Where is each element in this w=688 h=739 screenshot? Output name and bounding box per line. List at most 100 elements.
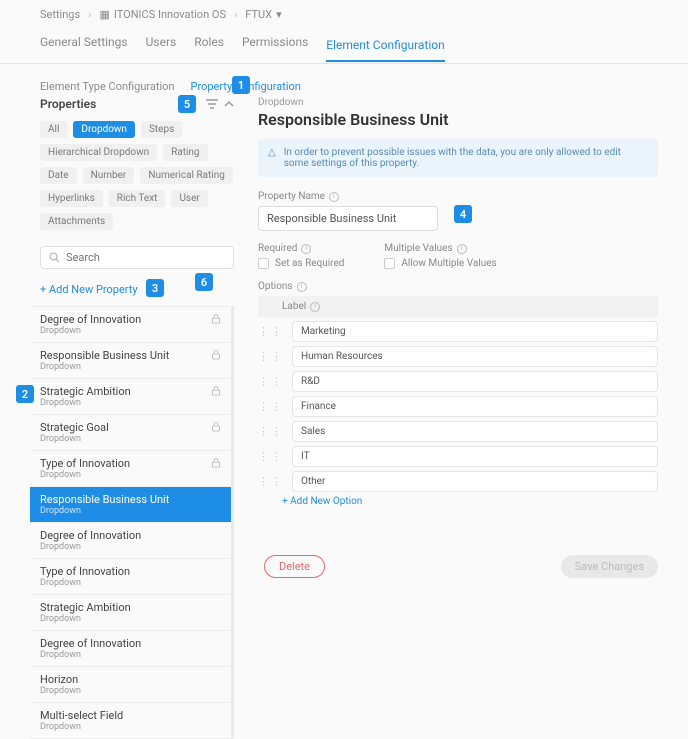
- property-item-title: Responsible Business Unit: [40, 493, 169, 506]
- search-input[interactable]: [66, 251, 225, 264]
- filter-all[interactable]: All: [40, 121, 67, 138]
- checkbox-set-required[interactable]: Set as Required: [258, 258, 344, 269]
- callout-badge-1: 1: [232, 76, 250, 94]
- filter-number[interactable]: Number: [83, 167, 135, 184]
- option-label-input[interactable]: [292, 471, 658, 492]
- drag-handle-icon[interactable]: ⋮⋮: [258, 400, 284, 413]
- option-label-input[interactable]: [292, 321, 658, 342]
- option-row: ⋮⋮: [258, 371, 658, 392]
- chevron-up-icon: [224, 99, 234, 109]
- property-list-item[interactable]: Responsible Business UnitDropdown: [30, 486, 231, 522]
- property-item-title: Type of Innovation: [40, 565, 130, 578]
- add-new-option-link[interactable]: + Add New Option: [258, 496, 658, 507]
- delete-button[interactable]: Delete: [264, 555, 325, 578]
- property-list-item[interactable]: Strategic AmbitionDropdown: [30, 378, 231, 414]
- option-row: ⋮⋮: [258, 346, 658, 367]
- property-list-item[interactable]: Degree of InnovationDropdown: [30, 306, 231, 342]
- input-property-name[interactable]: [258, 206, 438, 231]
- drag-handle-icon[interactable]: ⋮⋮: [258, 450, 284, 463]
- breadcrumb-project[interactable]: FTUX ▾: [245, 8, 281, 21]
- filter-rating[interactable]: Rating: [163, 144, 207, 161]
- filter-dropdown[interactable]: Dropdown: [73, 121, 135, 138]
- breadcrumb-workspace[interactable]: ▦ ITONICS Innovation OS: [99, 8, 226, 21]
- tab-general-settings[interactable]: General Settings: [40, 29, 128, 57]
- property-list-item[interactable]: Multi-select FieldDropdown: [30, 702, 231, 739]
- sub-tabs: Element Type Configuration Property Conf…: [0, 64, 688, 93]
- option-label-input[interactable]: [292, 446, 658, 467]
- property-list-item[interactable]: HorizonDropdown: [30, 666, 231, 702]
- callout-badge-3: 3: [146, 279, 164, 297]
- property-item-type: Dropdown: [40, 722, 123, 732]
- properties-header: Properties 5: [30, 97, 234, 111]
- property-search[interactable]: [40, 246, 234, 269]
- filter-numerical-rating[interactable]: Numerical Rating: [140, 167, 233, 184]
- detail-type-eyebrow: Dropdown: [258, 97, 658, 108]
- property-list-item[interactable]: Degree of InnovationDropdown: [30, 630, 231, 666]
- filter-user[interactable]: User: [171, 190, 207, 207]
- property-list-item[interactable]: Strategic AmbitionDropdown: [30, 594, 231, 630]
- checkbox-allow-multiple[interactable]: Allow Multiple Values: [384, 258, 496, 269]
- property-item-title: Degree of Innovation: [40, 637, 141, 650]
- property-item-type: Dropdown: [40, 326, 141, 336]
- filter-hyperlinks[interactable]: Hyperlinks: [40, 190, 103, 207]
- property-list-item[interactable]: Strategic GoalDropdown: [30, 414, 231, 450]
- property-item-title: Degree of Innovation: [40, 529, 141, 542]
- property-list-item[interactable]: Responsible Business UnitDropdown: [30, 342, 231, 378]
- property-item-type: Dropdown: [40, 398, 131, 408]
- filter-date[interactable]: Date: [40, 167, 77, 184]
- grid-icon: ▦: [99, 8, 109, 21]
- property-list-item[interactable]: Type of InnovationDropdown: [30, 558, 231, 594]
- property-item-title: Horizon: [40, 673, 81, 686]
- filter-hierarchical[interactable]: Hierarchical Dropdown: [40, 144, 157, 161]
- info-icon: [329, 192, 339, 202]
- info-icon: [310, 302, 320, 312]
- caret-down-icon: ▾: [276, 8, 282, 21]
- filter-attachments[interactable]: Attachments: [40, 213, 113, 230]
- tab-roles[interactable]: Roles: [194, 29, 224, 57]
- info-icon: [297, 282, 307, 292]
- sort-control[interactable]: [206, 99, 234, 109]
- breadcrumb: Settings › ▦ ITONICS Innovation OS › FTU…: [0, 0, 688, 29]
- edit-warning-notice: △ In order to prevent possible issues wi…: [258, 139, 658, 177]
- detail-header: Dropdown Responsible Business Unit: [258, 97, 658, 129]
- option-label-input[interactable]: [292, 371, 658, 392]
- property-list-item[interactable]: Degree of InnovationDropdown: [30, 522, 231, 558]
- lock-icon: [211, 421, 221, 432]
- option-label-input[interactable]: [292, 421, 658, 442]
- callout-badge-6: 6: [195, 273, 213, 291]
- property-item-title: Degree of Innovation: [40, 313, 141, 326]
- property-item-type: Dropdown: [40, 650, 141, 660]
- filter-steps[interactable]: Steps: [141, 121, 182, 138]
- filter-rich-text[interactable]: Rich Text: [109, 190, 166, 207]
- property-list-item[interactable]: Type of InnovationDropdown: [30, 450, 231, 486]
- lock-icon: [211, 457, 221, 468]
- option-label-input[interactable]: [292, 396, 658, 417]
- option-label-input[interactable]: [292, 346, 658, 367]
- drag-handle-icon[interactable]: ⋮⋮: [258, 325, 284, 338]
- tab-users[interactable]: Users: [146, 29, 177, 57]
- property-item-title: Strategic Ambition: [40, 601, 131, 614]
- callout-badge-5: 5: [178, 95, 196, 113]
- lock-icon: [211, 313, 221, 324]
- top-tabs: General Settings Users Roles Permissions…: [0, 29, 688, 64]
- properties-title: Properties: [40, 97, 96, 111]
- drag-handle-icon[interactable]: ⋮⋮: [258, 350, 284, 363]
- drag-handle-icon[interactable]: ⋮⋮: [258, 475, 284, 488]
- breadcrumb-settings[interactable]: Settings: [40, 8, 80, 21]
- property-item-type: Dropdown: [40, 362, 169, 372]
- tab-permissions[interactable]: Permissions: [242, 29, 308, 57]
- chevron-right-icon: ›: [234, 8, 237, 21]
- property-list: Degree of InnovationDropdownResponsible …: [30, 306, 231, 739]
- label-required: Required: [258, 243, 344, 254]
- property-item-type: Dropdown: [40, 578, 130, 588]
- footer-actions: Delete Save Changes: [264, 555, 658, 578]
- info-icon: [457, 244, 467, 254]
- option-row: ⋮⋮: [258, 446, 658, 467]
- subtab-type-config[interactable]: Element Type Configuration: [40, 80, 175, 93]
- options-header-row: Label: [258, 296, 658, 317]
- drag-handle-icon[interactable]: ⋮⋮: [258, 425, 284, 438]
- search-icon: [49, 252, 60, 263]
- property-item-type: Dropdown: [40, 470, 130, 480]
- drag-handle-icon[interactable]: ⋮⋮: [258, 375, 284, 388]
- tab-element-configuration[interactable]: Element Configuration: [326, 32, 444, 62]
